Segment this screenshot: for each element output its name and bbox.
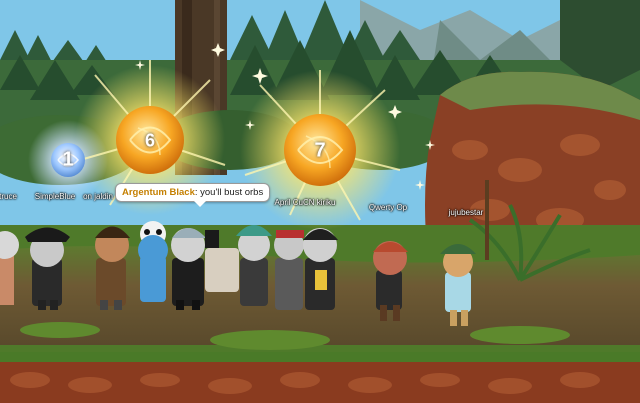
chat-message: : you'll bust orbs [194,187,264,198]
name-tag-juju: jujubestar [448,208,484,217]
game-scene[interactable]: 1 6 7 truce SimpleBlue on jaldin April C… [0,0,640,403]
name-tag-truce: truce [0,192,17,201]
avatar-panda[interactable] [138,221,168,302]
avatar-april[interactable] [274,230,304,310]
name-tag-simple: SimpleBlue [34,192,76,201]
chat-speaker: Argentum Black [122,187,195,198]
orb-7-number: 7 [314,139,326,162]
avatar-kiriku[interactable] [303,228,338,310]
name-tag-jaldin: on jaldin [83,192,113,201]
avatar-teal-hair[interactable] [236,225,272,306]
avatar-jaldin[interactable] [95,226,130,311]
name-tag-qwerty: Qwerty Op [368,203,408,212]
name-tag-april: April CuCN kiriku [274,198,336,207]
chat-bubble: Argentum Black: you'll bust orbs [115,183,271,207]
avatar-argentum-black[interactable] [171,228,206,310]
orb-1-number: 1 [62,148,74,171]
orb-6-number: 6 [144,130,156,151]
